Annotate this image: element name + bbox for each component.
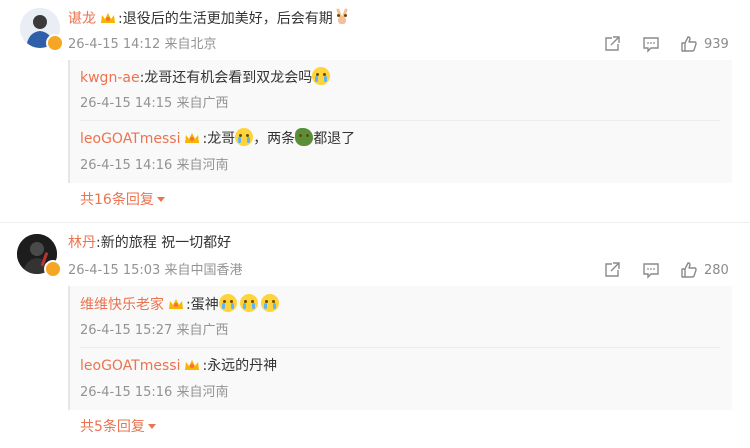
reply-text-part: 龙哥 (207, 131, 236, 147)
timestamp: 26-4-15 14:16 (80, 158, 173, 173)
reply-line: 维维快乐老家:蛋神 (80, 294, 279, 315)
comment-button[interactable] (642, 261, 660, 279)
cry-emoji-icon (239, 294, 258, 312)
cry-emoji-icon (235, 128, 254, 146)
like-button[interactable]: 939 (680, 35, 729, 53)
reply-username[interactable]: leoGOATmessi (80, 358, 180, 374)
chevron-down-icon (156, 197, 165, 202)
crown-icon (168, 297, 184, 311)
reply-divider (80, 120, 720, 121)
crown-icon (100, 11, 116, 25)
reply-meta: 26-4-15 15:27 来自广西 (80, 322, 229, 340)
more-replies-link[interactable]: 共16条回复 (80, 190, 165, 210)
share-icon (605, 262, 620, 277)
victory-emoji-icon (333, 8, 351, 26)
reply-username[interactable]: leoGOATmessi (80, 131, 180, 147)
location: 来自北京 (164, 37, 217, 52)
timestamp: 26-4-15 14:15 (80, 96, 173, 111)
comment-line: 林丹:新的旅程 祝一切都好 (68, 233, 231, 253)
reply-line: leoGOATmessi:永远的丹神 (80, 356, 277, 376)
location: 来自中国香港 (164, 263, 243, 278)
crown-icon (184, 131, 200, 145)
reply-text-part: 都退了 (313, 131, 356, 147)
reply-text: 永远的丹神 (207, 358, 278, 374)
verified-badge (44, 260, 62, 278)
reply-username[interactable]: 维维快乐老家 (80, 297, 164, 313)
more-replies-label: 共5条回复 (80, 419, 145, 435)
crown-icon (184, 358, 200, 372)
location: 来自广西 (176, 323, 229, 338)
reply-text: 龙哥还有机会看到双龙会吗 (144, 70, 313, 86)
comment-meta: 26-4-15 14:12 来自北京 (68, 36, 217, 54)
verified-badge (46, 34, 64, 52)
username[interactable]: 谌龙 (68, 11, 96, 27)
reply-username[interactable]: kwgn-ae (80, 70, 140, 86)
dragon-emoji-icon (295, 128, 314, 146)
share-icon (605, 36, 620, 51)
reply-text-part: ，两条 (253, 131, 296, 147)
share-button[interactable] (603, 261, 621, 279)
timestamp: 26-4-15 15:03 (68, 263, 161, 278)
cry-emoji-icon (260, 294, 279, 312)
share-button[interactable] (603, 35, 621, 53)
reply-line: leoGOATmessi:龙哥 ，两条 都退了 (80, 128, 355, 149)
reply-meta: 26-4-15 14:16 来自河南 (80, 157, 229, 175)
reply-meta: 26-4-15 14:15 来自广西 (80, 95, 229, 113)
timestamp: 26-4-15 15:16 (80, 385, 173, 400)
comment-icon (643, 37, 659, 53)
comment-button[interactable] (642, 35, 660, 53)
username[interactable]: 林丹 (68, 235, 96, 251)
cry-emoji-icon (218, 294, 237, 312)
like-count: 939 (704, 36, 729, 52)
cry-emoji-icon (312, 67, 331, 85)
timestamp: 26-4-15 14:12 (68, 37, 161, 52)
comment-separator (0, 222, 750, 223)
like-button[interactable]: 280 (680, 261, 729, 279)
reply-meta: 26-4-15 15:16 来自河南 (80, 384, 229, 402)
like-icon (681, 262, 697, 278)
comment-text: 退役后的生活更加美好，后会有期 (122, 11, 333, 27)
reply-divider (80, 347, 720, 348)
timestamp: 26-4-15 15:27 (80, 323, 173, 338)
comment-text: 新的旅程 祝一切都好 (100, 235, 232, 251)
like-count: 280 (704, 262, 729, 278)
comment-meta: 26-4-15 15:03 来自中国香港 (68, 262, 243, 280)
location: 来自河南 (176, 385, 229, 400)
reply-text: 蛋神 (190, 297, 219, 313)
like-icon (681, 36, 697, 52)
comment-icon (643, 263, 659, 279)
chevron-down-icon (147, 424, 156, 429)
more-replies-link[interactable]: 共5条回复 (80, 417, 156, 437)
comment-line: 谌龙:退役后的生活更加美好，后会有期 (68, 8, 351, 29)
location: 来自广西 (176, 96, 229, 111)
more-replies-label: 共16条回复 (80, 192, 154, 208)
location: 来自河南 (176, 158, 229, 173)
reply-line: kwgn-ae:龙哥还有机会看到双龙会吗 (80, 67, 331, 88)
